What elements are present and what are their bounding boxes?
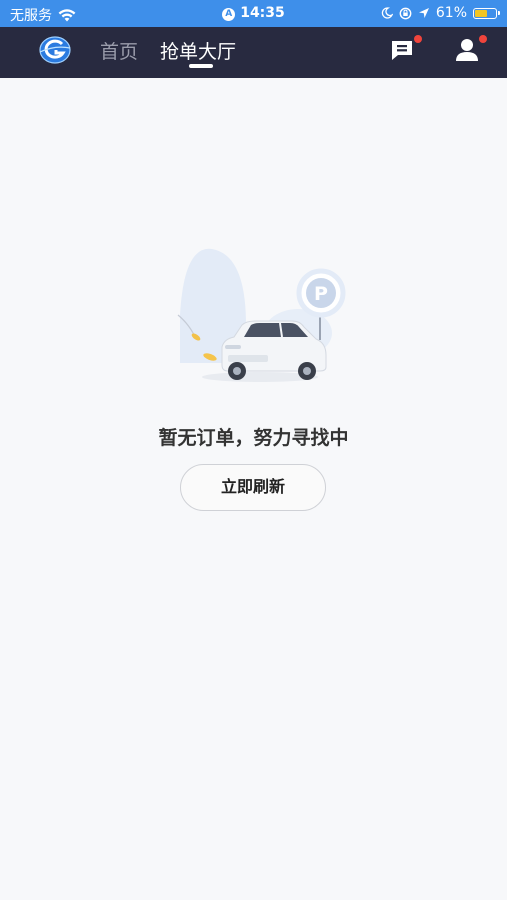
message-button[interactable] (388, 35, 422, 65)
nav-bar: 首页 抢单大厅 (0, 27, 507, 78)
location-arrow-icon (418, 8, 429, 18)
time-label: 14:35 (240, 5, 285, 21)
refresh-button[interactable]: 立即刷新 (180, 464, 326, 511)
user-button[interactable] (453, 35, 487, 65)
status-bar: 无服务 A 14:35 61% (0, 0, 507, 27)
app-logo[interactable] (38, 35, 72, 65)
active-tab-indicator (189, 64, 213, 68)
tab-order-hall[interactable]: 抢单大厅 (160, 37, 236, 64)
battery-icon (473, 7, 500, 19)
moon-icon (381, 7, 393, 19)
battery-fill (475, 9, 487, 17)
empty-message: 暂无订单，努力寻找中 (158, 427, 349, 449)
message-badge (414, 35, 422, 43)
location-lock-icon: A (222, 8, 236, 21)
user-badge (479, 35, 487, 43)
status-right: 61% (381, 5, 500, 21)
rotation-lock-icon (399, 7, 412, 19)
tab-home[interactable]: 首页 (100, 37, 138, 64)
battery-percent: 61% (435, 5, 467, 21)
svg-text:P: P (314, 283, 328, 305)
car-parking-illustration: P (177, 248, 346, 382)
